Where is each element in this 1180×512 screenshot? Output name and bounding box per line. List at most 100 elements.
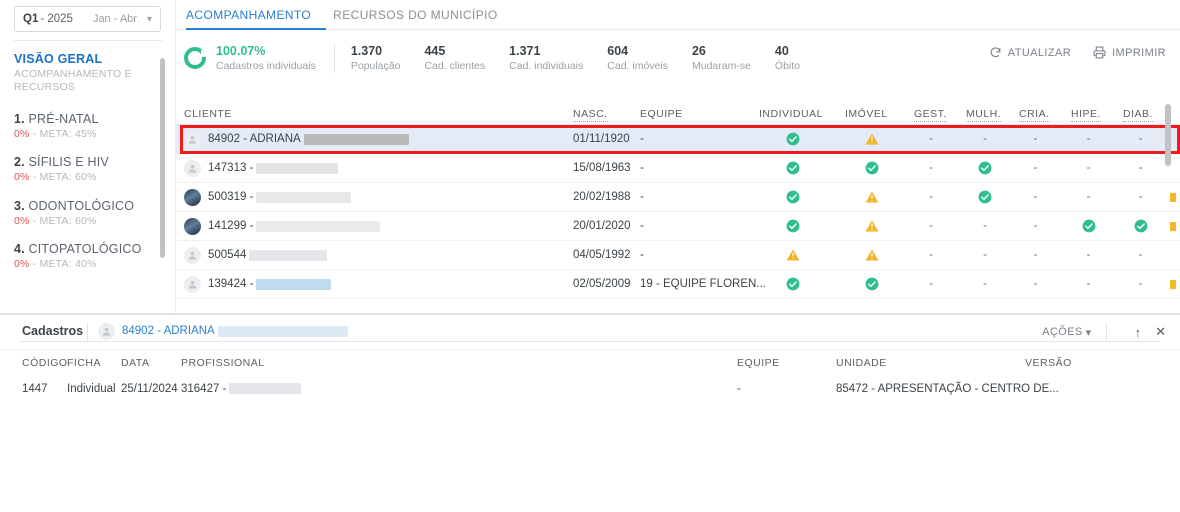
sidebar-item-title: 1. PRÉ-NATAL	[14, 112, 161, 126]
refresh-button[interactable]: ATUALIZAR	[989, 46, 1071, 59]
main-content: ACOMPANHAMENTO RECURSOS DO MUNICÍPIO 100…	[176, 0, 1180, 313]
col-equipe: EQUIPE	[737, 357, 780, 369]
col-diab[interactable]: DIAB.	[1123, 108, 1153, 122]
arrow-up-icon[interactable]: ↑	[1135, 325, 1142, 340]
check-circle-icon	[786, 277, 800, 291]
cell-nasc: 20/02/1988	[573, 191, 631, 203]
print-button[interactable]: IMPRIMIR	[1093, 46, 1166, 59]
tab-acompanhamento[interactable]: ACOMPANHAMENTO	[186, 0, 311, 30]
sidebar-item-label: SÍFILIS E HIV	[28, 155, 109, 170]
check-circle-icon	[1082, 219, 1095, 233]
sidebar-item-sifilis-hiv[interactable]: 2. SÍFILIS E HIV 0% - META: 60%	[14, 155, 161, 184]
status-cell	[1071, 219, 1106, 233]
status-cell: -	[929, 249, 933, 261]
breadcrumb-id: 84902	[122, 325, 154, 337]
close-icon[interactable]: ✕	[1155, 324, 1166, 340]
status-cell	[759, 248, 827, 262]
sidebar-item-citopatologico[interactable]: 4. CITOPATOLÓGICO 0% - META: 40%	[14, 242, 161, 271]
cell-nasc: 04/05/1992	[573, 249, 631, 261]
col-gest[interactable]: GEST.	[914, 108, 947, 122]
print-label: IMPRIMIR	[1112, 46, 1166, 59]
col-data: DATA	[121, 357, 150, 369]
sidebar-item-meta: 0% - META: 60%	[14, 215, 161, 228]
stat-label: Cadastros individuais	[216, 60, 316, 72]
sidebar-scrollbar[interactable]	[160, 58, 165, 258]
breadcrumb-name: - ADRIANA	[157, 325, 215, 337]
status-cell	[845, 132, 899, 146]
table-body: 84902 - ADRIANA 01/11/1920- - - - - -147313 -1…	[176, 125, 1180, 305]
col-nasc[interactable]: NASC.	[573, 108, 608, 122]
table-row[interactable]: 500319 -20/02/1988- - - - -	[176, 183, 1180, 212]
app-root: Q1 - 2025 Jan - Abr ▾ VISÃO GERAL ACOMPA…	[0, 0, 1180, 512]
detail-table-header: CÓDIGO FICHA DATA PROFISSIONAL EQUIPE UN…	[0, 349, 1180, 375]
quarter-selector[interactable]: Q1 - 2025 Jan - Abr ▾	[14, 6, 161, 32]
status-cell: -	[929, 162, 933, 174]
sidebar-item-odontologico[interactable]: 3. ODONTOLÓGICO 0% - META: 60%	[14, 199, 161, 228]
status-cell: -	[1086, 249, 1091, 261]
status-cell: -	[983, 249, 987, 261]
sidebar-item-visao-geral[interactable]: VISÃO GERAL ACOMPANHAMENTO E RECURSOS	[14, 52, 161, 94]
detail-table-row[interactable]: 1447 Individual 25/11/2024 316427 - - 85…	[0, 375, 1180, 403]
detail-header: Cadastros 84902 - ADRIANA AÇÕES ▾ ↑ ✕	[0, 315, 1180, 349]
status-cell	[845, 248, 899, 262]
col-mulh[interactable]: MULH.	[966, 108, 1002, 122]
status-cell: -	[1086, 278, 1091, 290]
col-equipe[interactable]: EQUIPE	[640, 108, 683, 120]
col-individual[interactable]: INDIVIDUAL	[759, 108, 823, 120]
sidebar-item-pct: 0%	[14, 171, 30, 184]
detail-actions: AÇÕES ▾ ↑ ✕	[1042, 324, 1166, 340]
client-name: -	[249, 278, 254, 290]
table-scrollbar[interactable]	[1165, 104, 1171, 166]
stat-label: Cad. imóveis	[607, 60, 668, 72]
quarter-selector-wrap: Q1 - 2025 Jan - Abr ▾	[0, 0, 175, 32]
warning-triangle-icon	[786, 249, 800, 261]
cell-equipe: -	[640, 162, 644, 174]
check-circle-icon	[978, 190, 992, 204]
table-row[interactable]: 84902 - ADRIANA 01/11/1920- - - - - -	[176, 125, 1180, 154]
client-id: 139424	[208, 278, 247, 290]
warning-triangle-icon	[865, 133, 879, 145]
sidebar-item-pre-natal[interactable]: 1. PRÉ-NATAL 0% - META: 45%	[14, 112, 161, 141]
stats-separator	[333, 43, 335, 73]
acoes-dropdown[interactable]: AÇÕES ▾	[1042, 326, 1091, 339]
client-id: 147313	[208, 162, 247, 174]
sidebar-item-label: ODONTOLÓGICO	[28, 198, 135, 213]
avatar	[184, 275, 201, 293]
client-id: 141299	[208, 220, 247, 232]
tab-recursos-do-municipio[interactable]: RECURSOS DO MUNICÍPIO	[333, 0, 497, 30]
stat-value: 100.07%	[216, 44, 266, 58]
avatar	[184, 304, 201, 305]
sidebar-item-goal: - META: 60%	[32, 171, 97, 184]
client-id: 500319	[208, 191, 247, 203]
status-cell	[845, 219, 899, 233]
col-cria[interactable]: CRIA.	[1019, 108, 1050, 122]
status-cell: -	[1033, 249, 1038, 261]
detail-table-divider	[20, 341, 1160, 342]
col-hipe[interactable]: HIPE.	[1071, 108, 1101, 122]
sidebar-item-label: PRÉ-NATAL	[28, 112, 99, 127]
status-cell: -	[983, 220, 987, 232]
stat-cad-individuais: 1.371 Cad. individuais	[509, 44, 583, 72]
chevron-down-icon: ▾	[1085, 326, 1092, 339]
status-cell	[966, 161, 1004, 175]
status-cell	[759, 190, 827, 204]
table-row[interactable]: 139424 - 02/05/2009 19 - EQUIPE FLOREN... -…	[176, 270, 1180, 299]
status-cell	[759, 219, 827, 233]
status-cell: -	[929, 278, 933, 290]
redacted-name	[249, 249, 328, 261]
sidebar-item-goal: - META: 60%	[32, 214, 97, 227]
breadcrumb[interactable]: 84902 - ADRIANA	[122, 325, 348, 337]
table-row[interactable]: 500544 04/05/1992- - - - - -	[176, 241, 1180, 270]
cell-cliente: 141299 -	[208, 220, 381, 232]
status-cell: -	[1138, 133, 1143, 145]
col-imovel[interactable]: IMÓVEL	[845, 108, 888, 120]
sidebar-item-goal: - META: 40%	[32, 257, 97, 270]
table-row[interactable]: 147313 -15/08/1963- - - - -	[176, 154, 1180, 183]
table-row[interactable]: 141299 -20/01/2020- - - -	[176, 212, 1180, 241]
cell-cliente: 500319 -	[208, 191, 352, 203]
sidebar-item-title: 4. CITOPATOLÓGICO	[14, 242, 161, 256]
refresh-icon	[990, 47, 1001, 58]
sidebar-item-meta: 0% - META: 45%	[14, 128, 161, 141]
col-cliente[interactable]: CLIENTE	[184, 108, 232, 120]
table-row[interactable]	[176, 299, 1180, 305]
